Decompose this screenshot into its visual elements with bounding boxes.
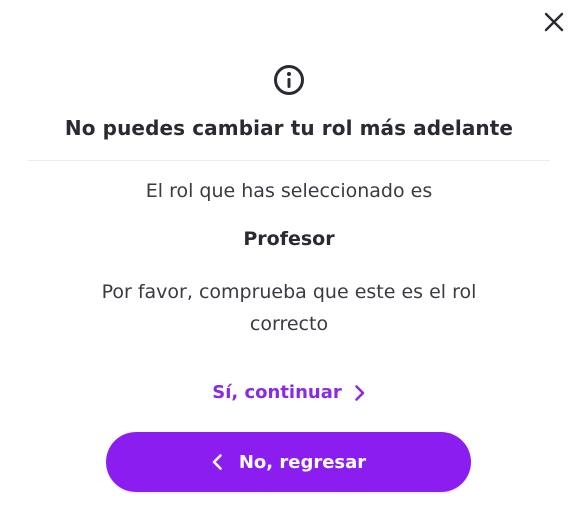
chevron-right-icon (354, 384, 365, 401)
back-button[interactable]: No, regresar (106, 432, 471, 492)
selected-role-value: Profesor (243, 228, 335, 250)
close-icon (544, 12, 564, 32)
chevron-left-icon (212, 454, 222, 470)
info-icon (274, 65, 304, 95)
dialog-title: No puedes cambiar tu rol más adelante (64, 116, 514, 140)
divider (28, 160, 550, 161)
continue-label: Sí, continuar (212, 382, 342, 403)
selected-role-label: El rol que has seleccionado es (145, 180, 433, 202)
confirm-message: Por favor, comprueba que este es el rol … (101, 281, 477, 335)
close-button[interactable] (540, 10, 568, 34)
continue-link[interactable]: Sí, continuar (0, 382, 578, 403)
back-label: No, regresar (238, 451, 367, 473)
